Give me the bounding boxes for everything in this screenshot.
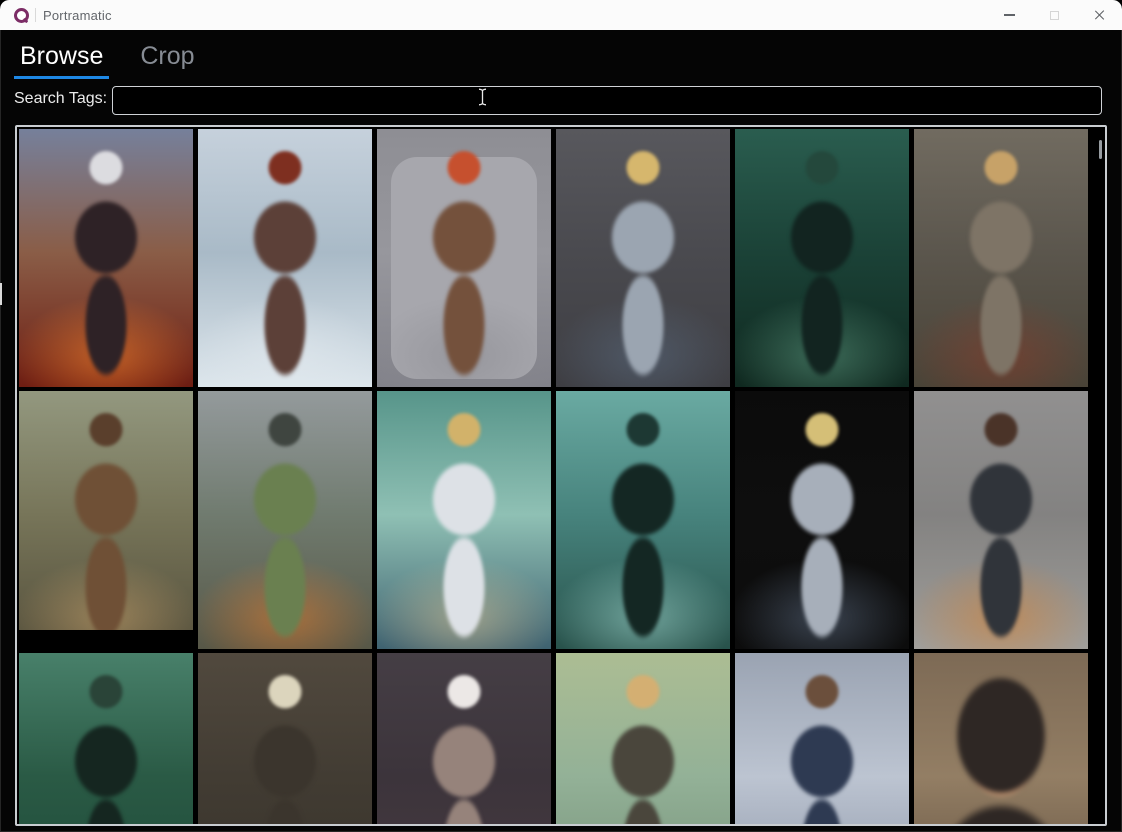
portrait-letterbox bbox=[19, 630, 193, 649]
app-window: Portramatic Browse Crop Search Tags: bbox=[0, 0, 1122, 832]
tab-bar: Browse Crop bbox=[14, 40, 201, 79]
desktop-edge-artifact bbox=[0, 283, 2, 305]
portrait-thumbnail[interactable] bbox=[198, 391, 372, 649]
portrait-thumbnail[interactable] bbox=[735, 391, 909, 649]
portrait-thumbnail[interactable] bbox=[377, 391, 551, 649]
app-logo-icon bbox=[14, 8, 29, 23]
portrait-figure bbox=[198, 391, 372, 649]
tab-crop[interactable]: Crop bbox=[134, 40, 200, 79]
portrait-figure bbox=[377, 391, 551, 649]
gallery-panel bbox=[15, 125, 1107, 826]
portrait-figure bbox=[19, 653, 193, 826]
portrait-figure bbox=[735, 391, 909, 649]
portrait-figure bbox=[914, 653, 1088, 826]
portrait-figure bbox=[556, 391, 730, 649]
portrait-thumbnail[interactable] bbox=[556, 653, 730, 826]
gallery-scrollbar-thumb[interactable] bbox=[1099, 140, 1102, 159]
portrait-thumbnail[interactable] bbox=[19, 129, 193, 387]
portrait-figure bbox=[377, 129, 551, 387]
portrait-thumbnail[interactable] bbox=[19, 653, 193, 826]
portrait-thumbnail[interactable] bbox=[198, 129, 372, 387]
tab-browse[interactable]: Browse bbox=[14, 40, 109, 79]
portrait-figure bbox=[198, 653, 372, 826]
portrait-thumbnail[interactable] bbox=[735, 653, 909, 826]
search-tags-label: Search Tags: bbox=[14, 90, 107, 108]
portrait-thumbnail[interactable] bbox=[198, 653, 372, 826]
portrait-figure bbox=[19, 391, 193, 649]
titlebar: Portramatic bbox=[0, 0, 1122, 30]
maximize-button[interactable] bbox=[1032, 0, 1077, 30]
portrait-thumbnail[interactable] bbox=[914, 653, 1088, 826]
title-separator bbox=[35, 8, 36, 22]
portrait-thumbnail[interactable] bbox=[377, 129, 551, 387]
close-button[interactable] bbox=[1077, 0, 1122, 30]
close-icon bbox=[1094, 9, 1106, 21]
minimize-icon bbox=[1004, 14, 1015, 16]
ibeam-cursor bbox=[477, 88, 488, 106]
portrait-thumbnail[interactable] bbox=[556, 391, 730, 649]
portrait-figure bbox=[19, 129, 193, 387]
portrait-figure bbox=[556, 129, 730, 387]
portrait-thumbnail[interactable] bbox=[556, 129, 730, 387]
portrait-thumbnail[interactable] bbox=[914, 129, 1088, 387]
portrait-figure bbox=[377, 653, 551, 826]
portrait-figure bbox=[914, 129, 1088, 387]
search-tags-input[interactable] bbox=[112, 86, 1102, 115]
portrait-thumbnail[interactable] bbox=[914, 391, 1088, 649]
portrait-thumbnail[interactable] bbox=[19, 391, 193, 649]
portrait-figure bbox=[735, 129, 909, 387]
portrait-figure bbox=[735, 653, 909, 826]
portrait-figure bbox=[556, 653, 730, 826]
window-title: Portramatic bbox=[43, 8, 112, 23]
minimize-button[interactable] bbox=[987, 0, 1032, 30]
window-controls bbox=[987, 0, 1122, 30]
portrait-figure bbox=[198, 129, 372, 387]
portrait-figure bbox=[914, 391, 1088, 649]
portrait-grid bbox=[19, 129, 1088, 826]
portrait-thumbnail[interactable] bbox=[735, 129, 909, 387]
maximize-icon bbox=[1050, 11, 1059, 20]
portrait-thumbnail[interactable] bbox=[377, 653, 551, 826]
